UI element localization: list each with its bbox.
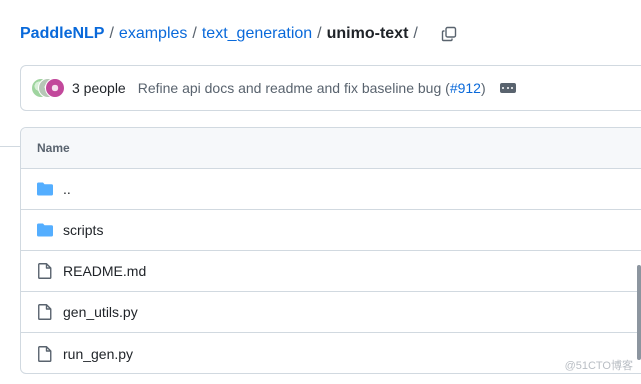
file-icon [37, 304, 53, 320]
latest-commit-bar: 3 people Refine api docs and readme and … [20, 65, 641, 111]
divider [0, 146, 20, 147]
avatar [45, 78, 65, 98]
file-row-parent[interactable]: .. [21, 169, 641, 210]
breadcrumb-examples-link[interactable]: examples [119, 25, 187, 43]
file-name: scripts [63, 222, 104, 238]
commit-message-text: Refine api docs and readme and fix basel… [137, 80, 450, 96]
breadcrumb-separator: / [192, 25, 197, 42]
file-name: run_gen.py [63, 345, 134, 362]
copy-icon [441, 26, 457, 42]
name-column-header: Name [37, 141, 70, 155]
file-list: Name .. scripts README.md gen_utils.py r… [20, 127, 641, 374]
breadcrumb-repo-link[interactable]: PaddleNLP [20, 25, 104, 43]
ellipsis-icon [506, 87, 509, 89]
breadcrumb-current: unimo-text [326, 25, 409, 42]
file-name: .. [63, 181, 71, 197]
scrollbar-thumb[interactable] [637, 265, 641, 360]
copy-path-button[interactable] [439, 24, 459, 44]
breadcrumb-separator: / [413, 25, 418, 42]
watermark: @51CTO博客 [564, 360, 633, 372]
contributor-avatars[interactable] [31, 78, 65, 98]
breadcrumb-separator: / [109, 25, 114, 42]
file-row-gen-utils[interactable]: gen_utils.py [21, 292, 641, 333]
file-row-scripts[interactable]: scripts [21, 210, 641, 251]
contributors-count-link[interactable]: 3 people [72, 80, 126, 96]
breadcrumb-text-generation-link[interactable]: text_generation [202, 25, 312, 43]
folder-icon [37, 222, 53, 238]
breadcrumb-separator: / [317, 25, 322, 42]
commit-details-button[interactable] [499, 83, 516, 93]
file-row-run-gen[interactable]: run_gen.py [21, 333, 641, 373]
ellipsis-icon [502, 87, 505, 89]
commit-message[interactable]: Refine api docs and readme and fix basel… [138, 80, 486, 96]
file-row-readme[interactable]: README.md [21, 251, 641, 292]
commit-message-end: ) [480, 80, 486, 96]
file-list-header: Name [21, 128, 641, 169]
file-icon [37, 345, 53, 362]
ellipsis-icon [511, 87, 514, 89]
pull-request-link[interactable]: #912 [450, 80, 481, 96]
breadcrumb: PaddleNLP / examples / text_generation /… [20, 22, 459, 46]
file-name: README.md [63, 263, 147, 279]
file-name: gen_utils.py [63, 304, 138, 320]
folder-icon [37, 181, 53, 197]
file-icon [37, 263, 53, 279]
